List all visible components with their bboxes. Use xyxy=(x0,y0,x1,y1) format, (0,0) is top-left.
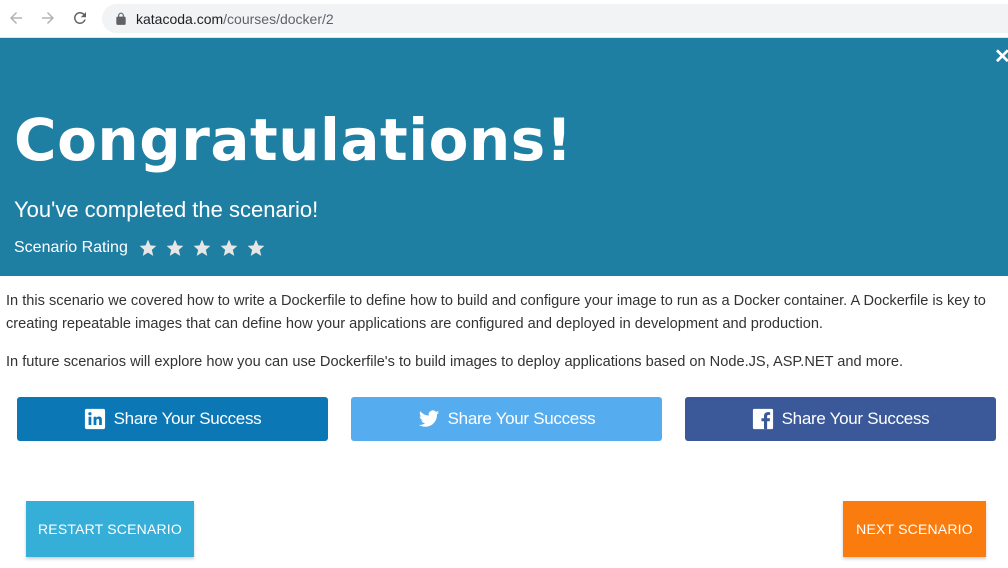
share-twitter-label: Share Your Success xyxy=(447,409,596,428)
rating-label: Scenario Rating xyxy=(14,239,128,256)
close-icon[interactable]: ✕ xyxy=(994,47,1008,67)
completion-subtitle: You've completed the scenario! xyxy=(14,197,319,222)
restart-scenario-button[interactable]: RESTART SCENARIO xyxy=(26,501,194,557)
reload-button[interactable] xyxy=(70,8,90,28)
scenario-rating: Scenario Rating xyxy=(14,238,266,258)
share-facebook-button[interactable]: Share Your Success xyxy=(685,397,996,441)
url-path: /courses/docker/2 xyxy=(223,10,334,27)
browser-toolbar: katacoda.com/courses/docker/2 xyxy=(0,0,1008,38)
facebook-icon xyxy=(752,408,773,430)
share-facebook-label: Share Your Success xyxy=(781,409,930,428)
reload-icon xyxy=(73,11,86,24)
address-bar[interactable]: katacoda.com/courses/docker/2 xyxy=(102,4,1008,33)
url-domain: katacoda.com xyxy=(136,10,224,27)
star-icon[interactable] xyxy=(192,238,212,258)
share-linkedin-button[interactable]: Share Your Success xyxy=(17,397,328,441)
congratulations-banner: ✕ Congratulations! You've completed the … xyxy=(0,38,1008,276)
summary-paragraph-1: In this scenario we covered how to write… xyxy=(6,293,986,332)
lock-icon xyxy=(114,12,128,26)
share-twitter-button[interactable]: Share Your Success xyxy=(351,397,662,441)
page-title: Congratulations! xyxy=(14,106,573,174)
linkedin-icon xyxy=(84,408,105,430)
twitter-icon xyxy=(418,410,439,427)
back-button[interactable] xyxy=(6,8,26,28)
forward-button[interactable] xyxy=(38,8,58,28)
next-scenario-button[interactable]: NEXT SCENARIO xyxy=(843,501,986,557)
share-linkedin-label: Share Your Success xyxy=(113,409,262,428)
summary-paragraph-2: In future scenarios will explore how you… xyxy=(6,354,904,370)
arrow-right-icon xyxy=(42,12,54,24)
arrow-left-icon xyxy=(10,12,22,24)
star-icon[interactable] xyxy=(138,238,158,258)
rating-stars xyxy=(138,238,266,258)
star-icon[interactable] xyxy=(246,238,266,258)
star-icon[interactable] xyxy=(219,238,239,258)
star-icon[interactable] xyxy=(165,238,185,258)
scenario-summary: In this scenario we covered how to write… xyxy=(6,290,1006,389)
url-text: katacoda.com/courses/docker/2 xyxy=(136,11,334,27)
